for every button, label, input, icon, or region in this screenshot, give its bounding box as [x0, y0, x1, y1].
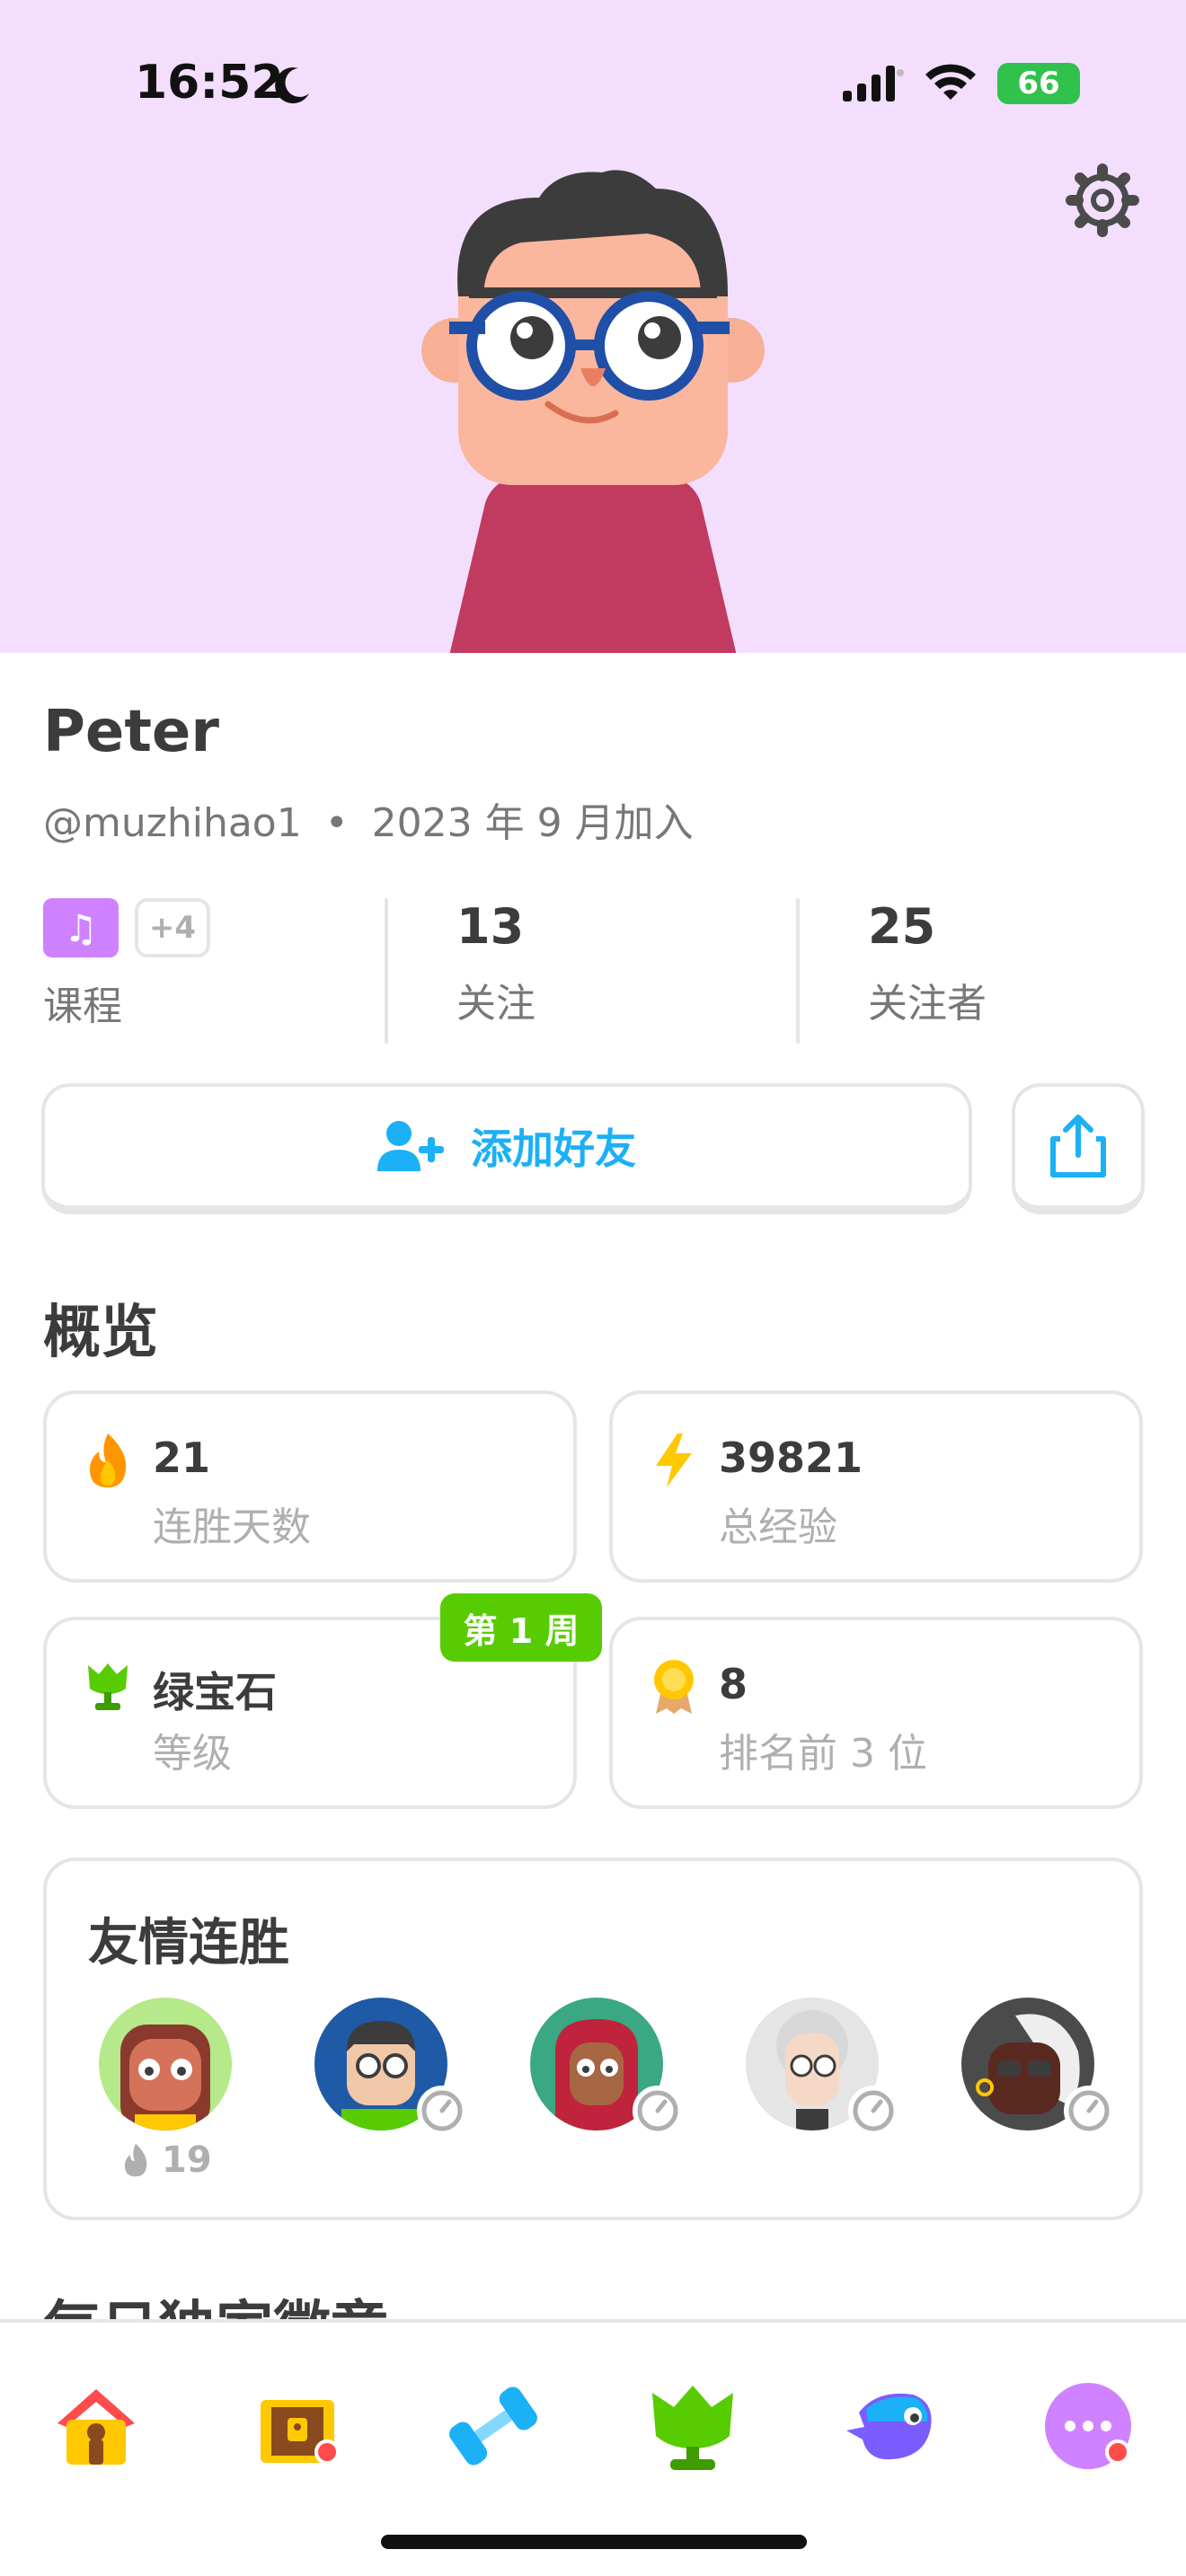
following-value: 13 — [456, 898, 525, 955]
share-icon — [1050, 1115, 1106, 1178]
overview-title: 概览 — [43, 1300, 158, 1366]
league-value: 绿宝石 — [153, 1668, 277, 1716]
status-icons: 66 — [841, 63, 1080, 104]
profile-name: Peter — [43, 699, 219, 765]
xp-label: 总经验 — [719, 1504, 837, 1550]
notification-dot — [314, 2439, 340, 2465]
profile-meta: @muzhihao1 • 2023 年 9 月加入 — [43, 790, 694, 848]
fire-icon — [124, 2143, 147, 2177]
league-icon[interactable] — [643, 2377, 742, 2475]
home-indicator — [381, 2535, 807, 2549]
notification-dot — [1105, 2439, 1130, 2465]
streak-card: 21 连胜天数 — [43, 1390, 577, 1583]
meta-separator: • — [324, 800, 349, 846]
friend-badge — [633, 2086, 683, 2136]
next-section-title: 每日独家徽章 — [43, 2295, 388, 2320]
profile-header: 16:52 66 — [0, 0, 1186, 653]
lightning-icon — [656, 1434, 692, 1487]
top3-card: 8 排名前 3 位 — [609, 1617, 1143, 1809]
friend-badge — [848, 2086, 898, 2136]
fire-icon — [90, 1434, 127, 1487]
friend-streaks-card: 友情连胜 19 — [43, 1857, 1143, 2220]
xp-value: 39821 — [719, 1434, 863, 1482]
add-friend-label: 添加好友 — [471, 1125, 636, 1173]
following-label: 关注 — [456, 981, 535, 1027]
gear-icon[interactable] — [1066, 163, 1139, 237]
home-icon[interactable] — [47, 2377, 146, 2475]
friend-badge — [417, 2086, 467, 2136]
stat-divider — [385, 898, 388, 1044]
profile-stats: ♫ +4 课程 13 关注 25 关注者 — [43, 898, 1148, 1044]
stat-following[interactable]: 13 关注 — [456, 898, 798, 1044]
courses-extra-badge: +4 — [135, 898, 210, 957]
courses-label: 课程 — [43, 984, 122, 1029]
music-flag-icon: ♫ — [43, 898, 119, 957]
followers-value: 25 — [868, 898, 936, 955]
league-label: 等级 — [153, 1731, 232, 1777]
joined-date: 2023 年 9 月加入 — [371, 800, 694, 846]
friend-badge — [1064, 2086, 1114, 2136]
avatar[interactable] — [413, 162, 773, 653]
followers-label: 关注者 — [868, 981, 987, 1027]
friend-streak-value: 19 — [162, 2139, 212, 2181]
dumbbell-icon[interactable] — [444, 2377, 543, 2475]
friend-streaks-title: 友情连胜 — [88, 1914, 289, 1972]
friend-avatar-1[interactable] — [99, 1998, 232, 2130]
stat-courses[interactable]: ♫ +4 课程 — [43, 898, 385, 1044]
add-friend-button[interactable]: 添加好友 — [41, 1083, 972, 1214]
top3-label: 排名前 3 位 — [719, 1731, 927, 1777]
username: @muzhihao1 — [43, 800, 302, 846]
add-friend-icon — [377, 1121, 444, 1171]
emerald-league-icon — [88, 1663, 128, 1710]
top3-value: 8 — [719, 1660, 748, 1708]
week-badge: 第 1 周 — [440, 1593, 602, 1662]
status-time: 16:52 — [135, 56, 284, 110]
share-button[interactable] — [1012, 1083, 1145, 1214]
bird-icon[interactable] — [841, 2377, 940, 2475]
stat-divider — [796, 898, 800, 1044]
moon-icon — [275, 67, 309, 104]
battery-icon: 66 — [997, 63, 1080, 104]
friend-streak-count: 19 — [120, 2139, 212, 2181]
signal-icon — [843, 66, 904, 101]
wifi-icon — [925, 64, 976, 100]
streak-label: 连胜天数 — [153, 1504, 311, 1550]
medal-icon — [654, 1660, 694, 1714]
battery-level: 66 — [1017, 66, 1060, 101]
friend-avatar-image — [120, 2025, 210, 2130]
stat-followers[interactable]: 25 关注者 — [868, 898, 1137, 1044]
streak-value: 21 — [153, 1434, 211, 1482]
xp-card: 39821 总经验 — [609, 1390, 1143, 1583]
